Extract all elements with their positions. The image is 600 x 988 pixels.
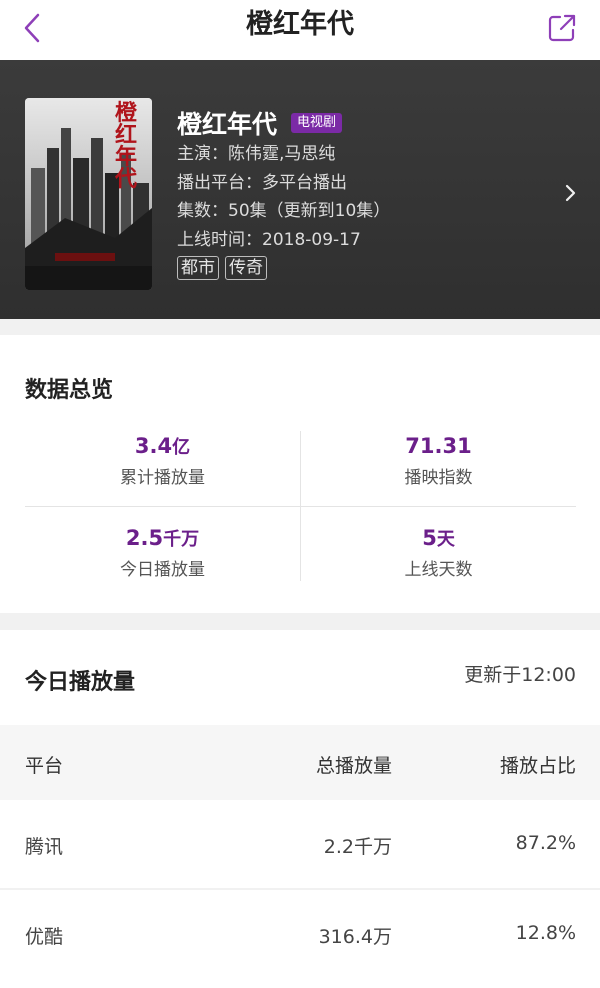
page-title: 橙红年代: [246, 9, 354, 40]
platform-text: 播出平台：多平台播出: [177, 172, 347, 193]
share-cell: 12.8%: [515, 922, 576, 944]
stat-days-online: 5天 上线天数: [301, 523, 576, 598]
stat-total-plays: 3.4亿 累计播放量: [25, 431, 300, 506]
stat-label: 播映指数: [404, 468, 473, 488]
stat-today-plays: 2.5千万 今日播放量: [25, 523, 300, 598]
total-cell: 316.4万: [318, 926, 392, 948]
column-header-platform: 平台: [25, 755, 64, 777]
table-header: 平台 总播放量 播放占比: [0, 725, 600, 800]
update-time: 更新于12:00: [464, 664, 576, 686]
share-cell: 87.2%: [515, 832, 576, 854]
drama-title: 橙红年代: [177, 110, 278, 139]
genre-tag: 都市: [177, 256, 219, 280]
genre-tags: 都市 传奇: [177, 256, 540, 280]
stat-value: 5天: [422, 526, 455, 550]
stat-label: 今日播放量: [120, 560, 205, 580]
section-title: 今日播放量: [25, 670, 136, 695]
stat-label: 累计播放量: [120, 468, 205, 488]
table-row: 腾讯 2.2千万 87.2%: [0, 800, 600, 888]
today-plays-section: 今日播放量 更新于12:00 平台 总播放量 播放占比 腾讯 2.2千万 87.…: [0, 630, 600, 988]
data-overview-section: 数据总览 3.4亿 累计播放量 71.31 播映指数 2.5千万 今日播放量 5…: [0, 335, 600, 613]
grid-divider: [25, 506, 576, 507]
total-cell: 2.2千万: [323, 836, 392, 858]
drama-info: 橙红年代 电视剧 主演：陈伟霆,马思纯 播出平台：多平台播出 集数：50集（更新…: [177, 106, 540, 280]
episodes-text: 集数：50集（更新到10集）: [177, 201, 391, 221]
stat-play-index: 71.31 播映指数: [301, 431, 576, 506]
drama-title-row: 橙红年代 电视剧: [177, 106, 540, 140]
stat-label: 上线天数: [404, 560, 473, 580]
column-header-total: 总播放量: [315, 755, 392, 777]
share-icon[interactable]: [546, 12, 578, 44]
platform-cell: 优酷: [25, 926, 64, 948]
cast-text: 主演：陈伟霆,马思纯: [177, 144, 336, 164]
stat-value: 2.5千万: [125, 526, 200, 550]
platform-cell: 腾讯: [25, 836, 64, 858]
chevron-right-icon[interactable]: [564, 182, 578, 204]
drama-header-card[interactable]: 橙红年代 橙红年代 电视剧 主演：陈伟霆,马思纯 播出平台：多平台播出 集数：5…: [0, 60, 600, 319]
stat-value: 3.4亿: [134, 434, 191, 458]
drama-poster: 橙红年代: [25, 98, 152, 290]
genre-tag: 传奇: [225, 256, 267, 280]
table-row: 优酷 316.4万 12.8%: [0, 890, 600, 978]
section-title: 数据总览: [25, 378, 114, 403]
poster-title-art: 橙红年代: [115, 100, 138, 192]
stats-grid: 3.4亿 累计播放量 71.31 播映指数 2.5千万 今日播放量 5天 上线天…: [25, 431, 576, 581]
column-header-share: 播放占比: [499, 755, 576, 777]
category-badge: 电视剧: [291, 113, 343, 133]
stat-value: 71.31: [405, 434, 472, 458]
release-date-text: 上线时间：2018-09-17: [177, 229, 361, 250]
top-nav-bar: 橙红年代: [0, 0, 600, 60]
